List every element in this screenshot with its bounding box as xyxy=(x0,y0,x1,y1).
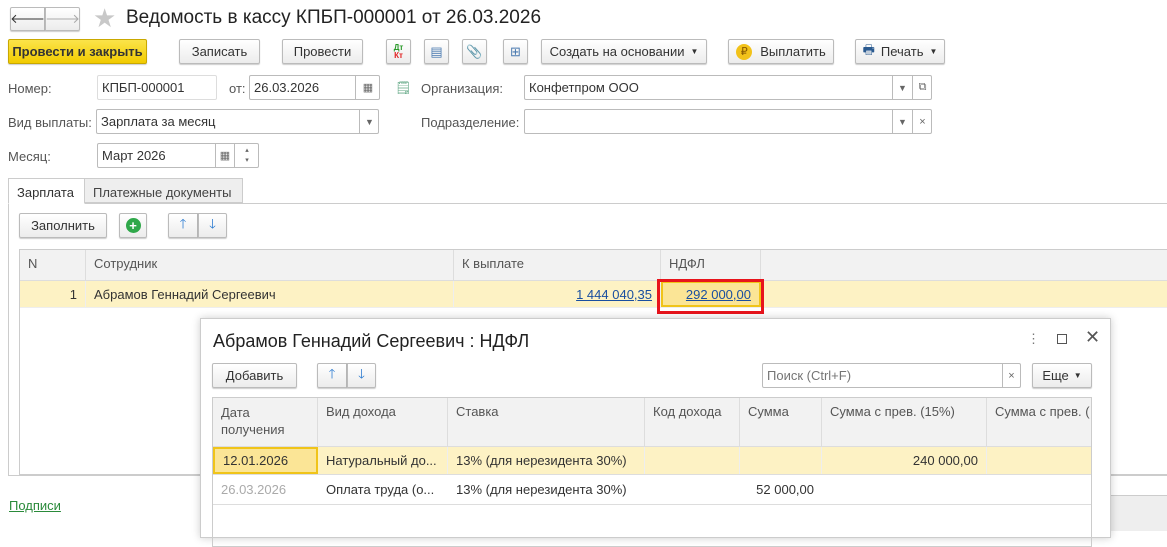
number-field[interactable]: КПБП-000001 xyxy=(97,75,217,100)
move-up-button[interactable]: 🡑 xyxy=(168,213,198,238)
code-cell xyxy=(645,447,740,474)
col-income-type[interactable]: Вид дохода xyxy=(318,398,448,446)
post-button[interactable]: Провести xyxy=(282,39,363,64)
list-icon[interactable]: ▤ xyxy=(424,39,449,64)
printer-icon: 🖶 xyxy=(862,41,875,57)
to-pay-link[interactable]: 1 444 040,35 xyxy=(576,287,652,302)
annotation-box xyxy=(657,279,764,314)
popup-move-up-button[interactable]: 🡑 xyxy=(317,363,347,388)
rate-cell: 13% (для нерезидента 30%) xyxy=(456,482,627,497)
maximize-icon[interactable] xyxy=(1057,334,1067,344)
department-field[interactable]: ▼ × xyxy=(524,109,932,134)
code-cell xyxy=(645,475,740,504)
date-cell[interactable]: 12.01.2026 xyxy=(213,447,318,474)
col-to-pay[interactable]: К выплате xyxy=(454,250,661,280)
pay-type-field[interactable]: Зарплата за месяц ▼ xyxy=(96,109,379,134)
table-row[interactable]: 12.01.2026 Натуральный до... 13% (для не… xyxy=(213,447,1091,475)
tab-payment-documents[interactable]: Платежные документы xyxy=(84,178,243,203)
sum15-cell: 240 000,00 xyxy=(822,447,987,474)
move-down-button[interactable]: 🡓 xyxy=(198,213,227,238)
save-button[interactable]: Записать xyxy=(179,39,260,64)
clear-icon[interactable]: × xyxy=(912,110,932,133)
month-label: Месяц: xyxy=(8,149,51,164)
chevron-down-icon[interactable]: ▼ xyxy=(359,110,379,133)
post-and-close-button[interactable]: Провести и закрыть xyxy=(8,39,147,64)
col-sum[interactable]: Сумма xyxy=(740,398,822,446)
to-pay-cell: 1 444 040,35 xyxy=(454,281,661,307)
rate-cell: 13% (для нерезидента 30%) xyxy=(448,447,645,474)
signatures-link[interactable]: Подписи xyxy=(9,498,61,513)
sum-cell: 52 000,00 xyxy=(756,482,814,497)
back-button[interactable]: 🡐 xyxy=(10,7,45,31)
col-sum-15[interactable]: Сумма с прев. (15%) xyxy=(822,398,987,446)
spin-icon[interactable]: ▴ ▾ xyxy=(234,144,259,167)
fill-button[interactable]: Заполнить xyxy=(19,213,107,238)
income-type-cell: Натуральный до... xyxy=(318,447,448,474)
chevron-down-icon[interactable]: ▼ xyxy=(892,76,912,99)
col-income-code[interactable]: Код дохода xyxy=(645,398,740,446)
dt-kt-button[interactable]: Дт Кт xyxy=(386,39,411,64)
sum-other-cell xyxy=(987,447,1091,474)
more-actions-icon[interactable]: ⋮ xyxy=(1027,331,1040,347)
chevron-down-icon[interactable]: ▼ xyxy=(892,110,912,133)
month-field[interactable]: Март 2026 ▦ ▴ ▾ xyxy=(97,143,259,168)
sum15-cell xyxy=(822,475,987,504)
col-ndfl[interactable]: НДФЛ xyxy=(661,250,761,280)
calendar-icon[interactable]: ▦ xyxy=(355,76,380,99)
structure-icon[interactable]: ⊞ xyxy=(503,39,528,64)
tab-salary[interactable]: Зарплата xyxy=(8,178,85,204)
organization-field[interactable]: Конфетпром ООО ▼ ⧉ xyxy=(524,75,932,100)
date-field[interactable]: 26.03.2026 ▦ xyxy=(249,75,380,100)
col-rate[interactable]: Ставка xyxy=(448,398,645,446)
table-row[interactable]: 1 Абрамов Геннадий Сергеевич 1 444 040,3… xyxy=(20,281,1167,308)
chevron-down-icon: ▼ xyxy=(1073,371,1082,380)
chevron-down-icon: ▼ xyxy=(690,47,699,56)
open-icon[interactable]: ⧉ xyxy=(912,76,932,99)
income-type-cell: Оплата труда (о... xyxy=(326,482,435,497)
close-icon[interactable]: ✕ xyxy=(1085,327,1100,348)
date-cell: 26.03.2026 xyxy=(221,482,287,497)
sum-cell xyxy=(740,447,822,474)
number-label: Номер: xyxy=(8,81,52,96)
add-row-button[interactable]: + xyxy=(119,213,147,238)
organization-label: Организация: xyxy=(421,81,504,96)
calendar-icon[interactable]: ▦ xyxy=(215,144,234,167)
table-header: Дата получения Вид дохода Ставка Код дох… xyxy=(213,398,1091,447)
document-check-icon[interactable]: 🗒 xyxy=(395,80,412,96)
pay-button[interactable]: ₽ Выплатить xyxy=(728,39,834,64)
attachment-icon[interactable]: 📎 xyxy=(462,39,487,64)
table-header: N Сотрудник К выплате НДФЛ xyxy=(20,250,1167,281)
pay-type-label: Вид выплаты: xyxy=(8,115,92,130)
col-employee[interactable]: Сотрудник xyxy=(86,250,454,280)
chevron-down-icon: ▼ xyxy=(929,47,938,56)
ndfl-popup: Абрамов Геннадий Сергеевич : НДФЛ ⋮ ✕ До… xyxy=(200,318,1111,547)
star-icon[interactable]: ★ xyxy=(93,3,116,34)
page-title: Ведомость в кассу КПБП-000001 от 26.03.2… xyxy=(126,7,542,28)
date-label: от: xyxy=(229,81,246,96)
col-sum-other[interactable]: Сумма с прев. ( xyxy=(987,398,1091,446)
department-label: Подразделение: xyxy=(421,115,520,130)
ndfl-table: Дата получения Вид дохода Ставка Код дох… xyxy=(212,397,1092,547)
footer-bar xyxy=(1110,495,1167,531)
popup-move-down-button[interactable]: 🡓 xyxy=(347,363,376,388)
forward-button[interactable]: 🡒 xyxy=(45,7,80,31)
col-date[interactable]: Дата получения xyxy=(213,398,318,446)
row-number: 1 xyxy=(20,281,86,307)
add-button[interactable]: Добавить xyxy=(212,363,297,388)
col-n[interactable]: N xyxy=(20,250,86,280)
popup-title: Абрамов Геннадий Сергеевич : НДФЛ xyxy=(213,331,530,351)
ruble-coin-icon: ₽ xyxy=(736,43,753,60)
search-clear-icon[interactable]: × xyxy=(1002,364,1020,387)
more-button[interactable]: Еще ▼ xyxy=(1032,363,1092,388)
create-based-on-button[interactable]: Создать на основании ▼ xyxy=(541,39,707,64)
table-row[interactable]: 26.03.2026 Оплата труда (о... 13% (для н… xyxy=(213,475,1091,505)
plus-circle-icon: + xyxy=(125,218,141,233)
employee-name: Абрамов Геннадий Сергеевич xyxy=(86,281,454,307)
search-input[interactable] xyxy=(762,363,1021,388)
sum-other-cell xyxy=(987,475,1091,504)
kt-icon: Кт xyxy=(394,50,403,60)
print-button[interactable]: 🖶 Печать ▼ xyxy=(855,39,945,64)
